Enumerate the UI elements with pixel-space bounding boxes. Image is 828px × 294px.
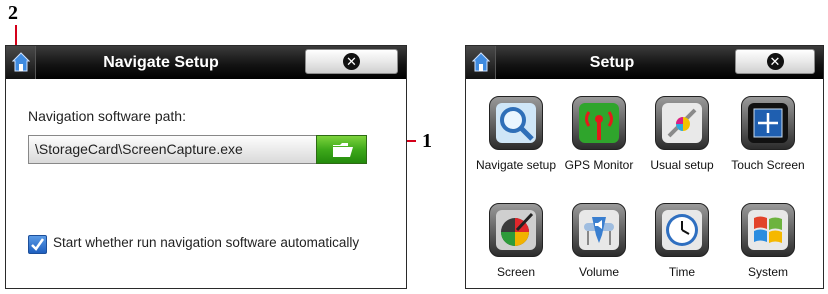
browse-folder-button[interactable] xyxy=(316,135,367,164)
setup-item-label: Navigate setup xyxy=(475,158,557,172)
home-button[interactable] xyxy=(6,46,36,79)
setup-item-label: Usual setup xyxy=(650,158,714,172)
close-icon: ✕ xyxy=(343,53,360,70)
close-icon: ✕ xyxy=(766,53,784,70)
title-bar: Setup ✕ xyxy=(466,46,823,79)
setup-item-gps-monitor[interactable]: GPS Monitor xyxy=(555,96,643,172)
callout-number-1: 1 xyxy=(422,130,432,152)
title-bar: Navigate Setup ✕ xyxy=(6,46,406,79)
navigate-setup-window: Navigate Setup ✕ Navigation software pat… xyxy=(5,45,407,289)
clock-icon xyxy=(662,210,702,250)
folder-icon xyxy=(333,143,353,157)
setup-item-system[interactable]: System xyxy=(724,203,812,279)
home-button[interactable] xyxy=(466,46,496,79)
setup-item-navigate[interactable]: Navigate setup xyxy=(472,96,560,172)
gps-antenna-icon xyxy=(579,103,619,143)
setup-item-screen[interactable]: Screen xyxy=(472,203,560,279)
home-icon xyxy=(12,52,30,72)
path-label: Navigation software path: xyxy=(28,108,186,124)
window-title: Setup xyxy=(589,54,635,71)
window-title: Navigate Setup xyxy=(103,54,219,71)
setup-item-label: Time xyxy=(668,265,696,279)
touch-screen-icon xyxy=(748,103,788,143)
speaker-icon xyxy=(579,210,619,250)
callout-number-2: 2 xyxy=(8,2,18,24)
palette-icon xyxy=(496,210,536,250)
magnifier-icon xyxy=(496,103,536,143)
setup-window: Setup ✕ Navigate setup GPS Monitor Usual… xyxy=(465,45,824,289)
setup-item-label: System xyxy=(747,265,788,279)
path-input[interactable]: \StorageCard\ScreenCapture.exe xyxy=(28,135,317,164)
close-button[interactable]: ✕ xyxy=(735,49,815,74)
windows-logo-icon xyxy=(748,210,788,250)
setup-item-label: Screen xyxy=(496,265,536,279)
home-icon xyxy=(472,52,490,72)
setup-item-label: Volume xyxy=(578,265,620,279)
auto-run-label: Start whether run navigation software au… xyxy=(53,235,360,250)
auto-run-checkbox[interactable] xyxy=(28,235,47,254)
setup-item-time[interactable]: Time xyxy=(638,203,726,279)
close-button[interactable]: ✕ xyxy=(305,49,398,74)
setup-item-volume[interactable]: Volume xyxy=(555,203,643,279)
setup-item-usual-setup[interactable]: Usual setup xyxy=(638,96,726,172)
checkmark-icon xyxy=(31,238,45,251)
tools-icon xyxy=(662,103,702,143)
setup-item-label: Touch Screen xyxy=(731,158,805,172)
setup-item-label: GPS Monitor xyxy=(564,158,634,172)
setup-item-touch-screen[interactable]: Touch Screen xyxy=(724,96,812,172)
